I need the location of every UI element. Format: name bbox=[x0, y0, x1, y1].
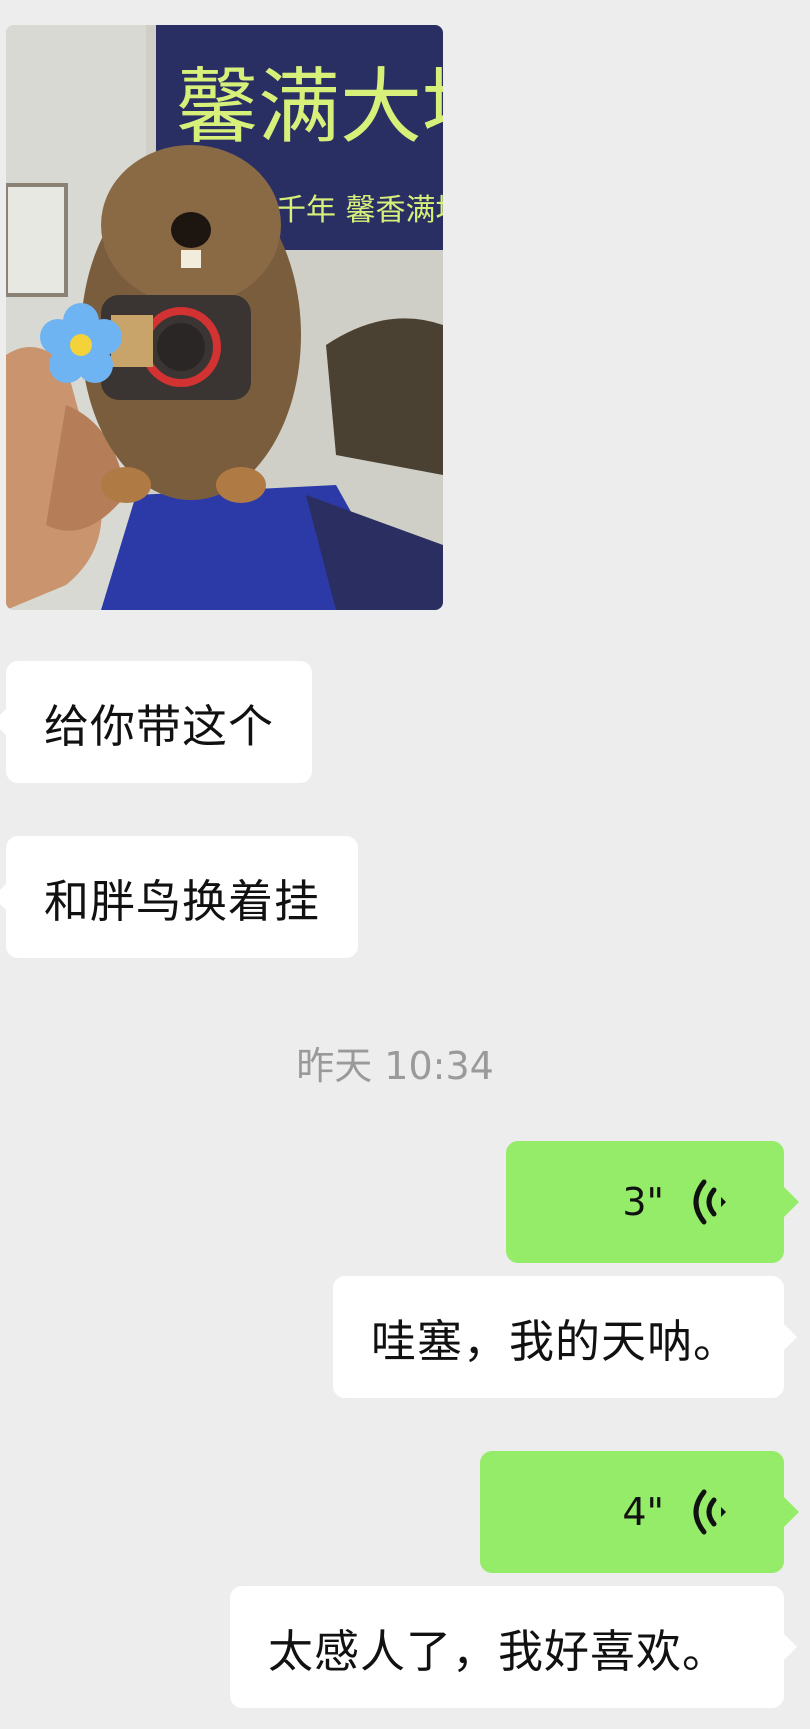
outgoing-message-bubble[interactable]: 太感人了，我好喜欢。 bbox=[230, 1586, 797, 1708]
message-text: 给你带这个 bbox=[44, 699, 275, 753]
sign-text-small: 千年 馨香满地 bbox=[276, 193, 443, 228]
image-message[interactable]: 馨满大地 千年 馨香满地 bbox=[6, 25, 443, 610]
photo-content: 馨满大地 千年 馨香满地 bbox=[6, 25, 443, 610]
message-text: 太感人了，我好喜欢。 bbox=[268, 1624, 729, 1678]
incoming-message-bubble[interactable]: 和胖鸟换着挂 bbox=[0, 836, 359, 958]
sign-text-large: 馨满大地 bbox=[176, 60, 443, 155]
chat-window: 馨满大地 千年 馨香满地 bbox=[0, 0, 810, 1729]
voice-duration: 4" bbox=[622, 1490, 664, 1534]
message-text: 哇塞，我的天呐。 bbox=[371, 1314, 740, 1368]
message-timestamp: 昨天 10:34 bbox=[296, 1044, 494, 1088]
outgoing-message-bubble[interactable]: 哇塞，我的天呐。 bbox=[333, 1276, 797, 1398]
voice-duration: 3" bbox=[622, 1180, 664, 1224]
message-text: 和胖鸟换着挂 bbox=[44, 874, 321, 928]
voice-wave-icon bbox=[693, 1179, 726, 1225]
voice-message-bubble[interactable]: 3" bbox=[506, 1141, 799, 1263]
voice-wave-icon bbox=[693, 1489, 726, 1535]
voice-message-bubble[interactable]: 4" bbox=[480, 1451, 799, 1573]
incoming-message-bubble[interactable]: 给你带这个 bbox=[0, 661, 313, 783]
